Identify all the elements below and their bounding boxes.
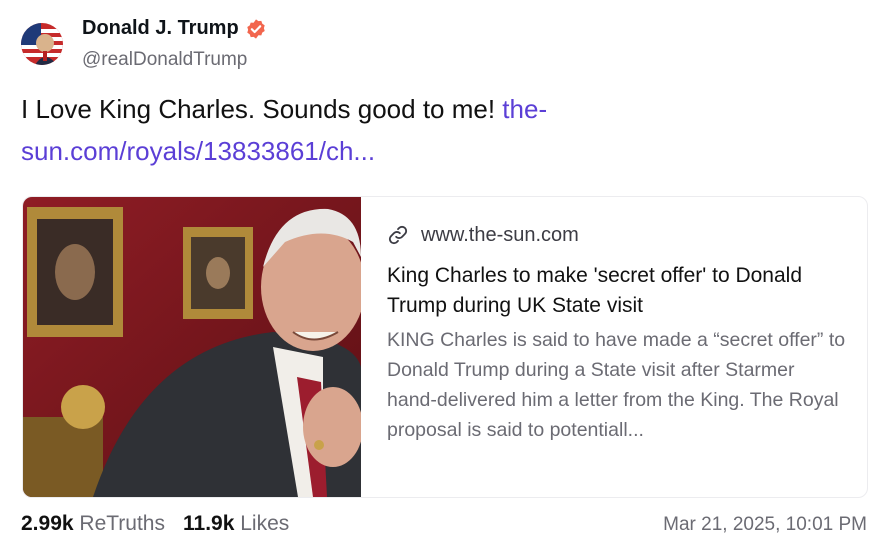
link-preview-card[interactable]: www.the-sun.com King Charles to make 'se… — [22, 196, 868, 498]
retruths-count: 2.99k — [21, 512, 74, 535]
post-text: I Love King Charles. Sounds good to me! … — [21, 88, 641, 172]
likes-stat[interactable]: 11.9k Likes — [183, 512, 289, 536]
likes-label: Likes — [240, 512, 290, 535]
card-description: KING Charles is said to have made a “sec… — [387, 329, 846, 441]
link-icon — [388, 225, 408, 245]
author-name-text: Donald J. Trump — [82, 17, 239, 39]
post-timestamp[interactable]: Mar 21, 2025, 10:01 PM — [663, 514, 867, 536]
retruths-label: ReTruths — [79, 512, 165, 535]
author-handle[interactable]: @realDonaldTrump — [82, 49, 247, 71]
card-image — [23, 197, 361, 497]
verified-badge-icon — [246, 18, 265, 39]
author-avatar[interactable] — [21, 23, 63, 65]
likes-count: 11.9k — [183, 512, 235, 535]
card-domain: www.the-sun.com — [421, 223, 579, 246]
post-stats: 2.99k ReTruths 11.9k Likes — [21, 512, 289, 536]
card-title: King Charles to make 'secret offer' to D… — [387, 264, 803, 317]
author-name[interactable]: Donald J. Trump — [82, 17, 267, 40]
card-domain-row: www.the-sun.com — [387, 221, 847, 249]
card-body: www.the-sun.com King Charles to make 'se… — [361, 197, 847, 497]
flag-avatar-icon — [21, 23, 63, 65]
post-body: I Love King Charles. Sounds good to me! — [21, 94, 503, 124]
retruths-stat[interactable]: 2.99k ReTruths — [21, 512, 165, 536]
